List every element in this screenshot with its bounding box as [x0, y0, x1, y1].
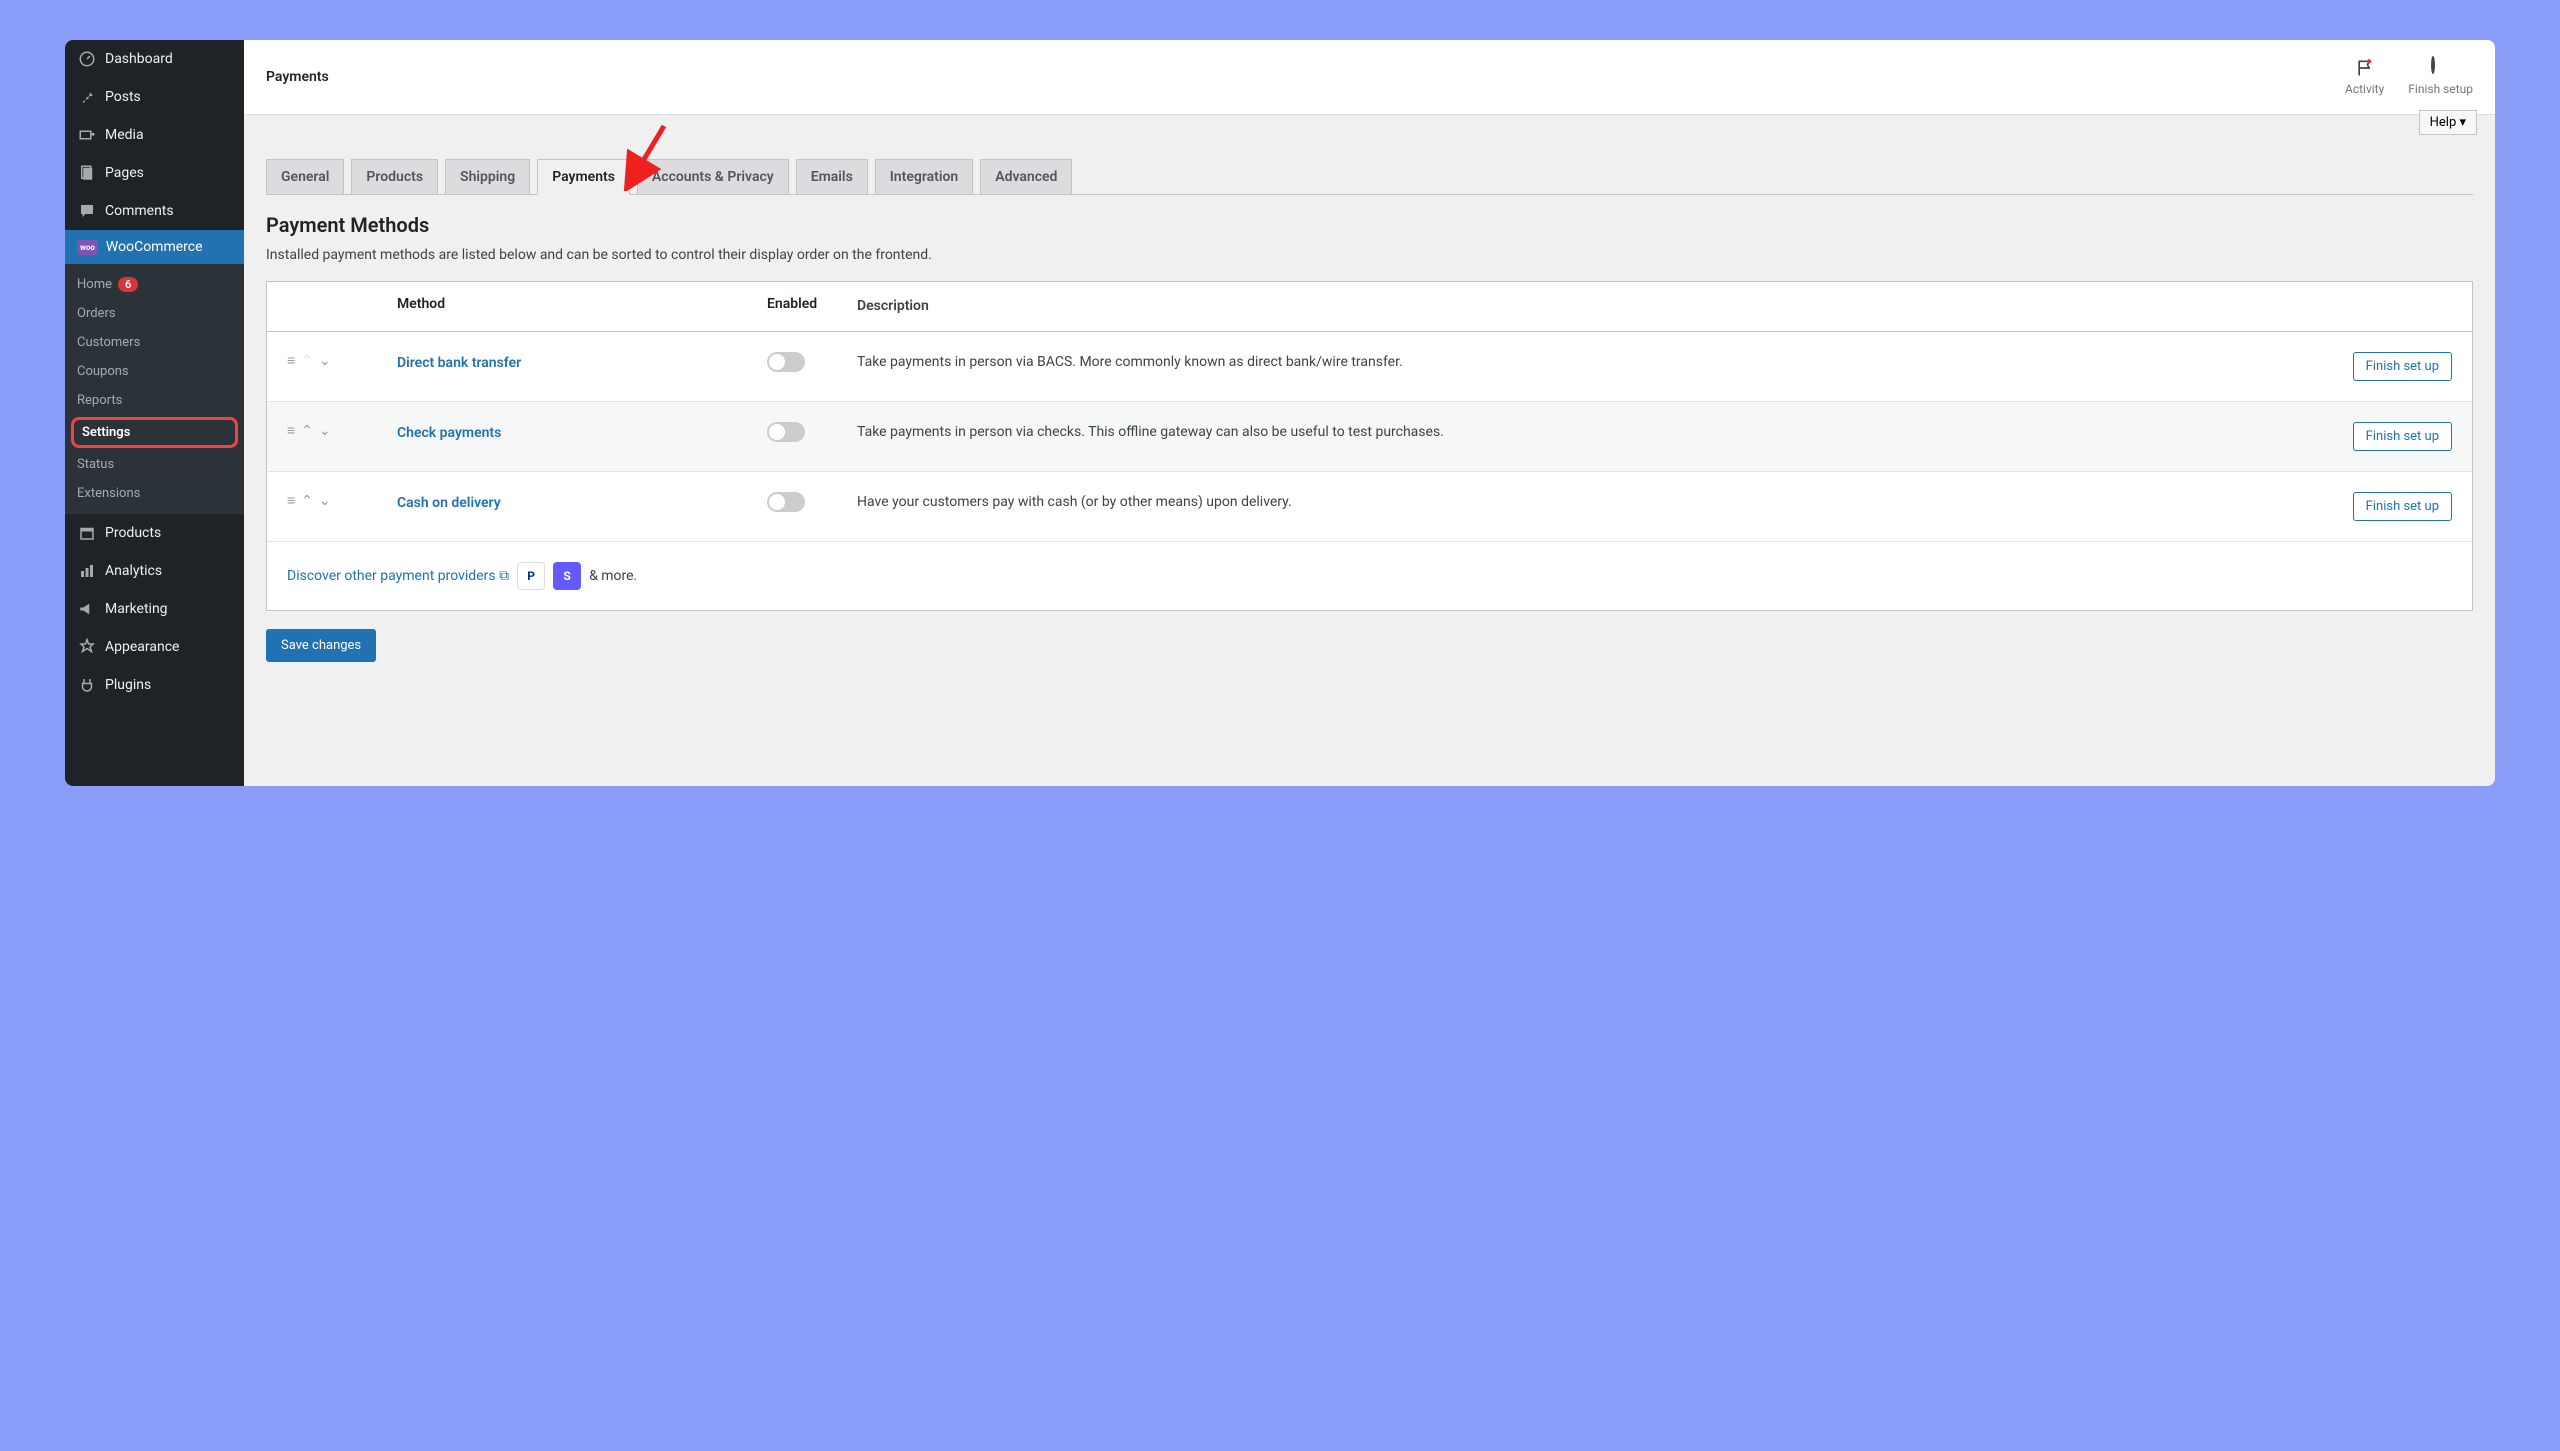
tab-general[interactable]: General — [266, 159, 344, 195]
finish-setup-button[interactable]: Finish setup — [2408, 58, 2473, 96]
sidebar-item-analytics[interactable]: Analytics — [65, 552, 244, 590]
method-description: Take payments in person via BACS. More c… — [857, 352, 2322, 373]
finish-setup-button[interactable]: Finish set up — [2353, 422, 2452, 451]
discover-providers-link[interactable]: Discover other payment providers ⧉ — [287, 568, 509, 584]
admin-sidebar: Dashboard Posts Media Pages Comments woo… — [65, 40, 244, 786]
submenu-item-orders[interactable]: Orders — [65, 299, 244, 328]
more-text: & more. — [589, 568, 637, 584]
stripe-icon: S — [553, 562, 581, 590]
submenu-item-status[interactable]: Status — [65, 450, 244, 479]
submenu-item-coupons[interactable]: Coupons — [65, 357, 244, 386]
media-icon — [77, 125, 97, 145]
paypal-icon: P — [517, 562, 545, 590]
finish-setup-button[interactable]: Finish set up — [2353, 352, 2452, 381]
products-icon — [77, 523, 97, 543]
sidebar-item-woocommerce[interactable]: woo WooCommerce — [65, 230, 244, 264]
move-up-icon[interactable]: ⌃ — [301, 493, 313, 509]
table-header-description: Description — [857, 296, 2322, 317]
table-header-enabled: Enabled — [767, 296, 857, 317]
sidebar-item-plugins[interactable]: Plugins — [65, 666, 244, 704]
circle-icon — [2431, 58, 2451, 78]
woo-icon: woo — [77, 240, 98, 255]
submenu-item-reports[interactable]: Reports — [65, 386, 244, 415]
sidebar-item-media[interactable]: Media — [65, 116, 244, 154]
marketing-icon — [77, 599, 97, 619]
section-title: Payment Methods — [266, 213, 2473, 237]
table-header-method: Method — [397, 296, 767, 317]
payment-methods-table: Method Enabled Description ≡ ⌃ ⌄ Direct … — [266, 281, 2473, 611]
drag-handle-icon[interactable]: ≡ — [287, 422, 295, 439]
move-down-icon[interactable]: ⌄ — [319, 493, 331, 509]
tab-shipping[interactable]: Shipping — [445, 159, 530, 195]
dashboard-icon — [77, 49, 97, 69]
sidebar-label: Pages — [105, 165, 144, 181]
sidebar-label: Marketing — [105, 601, 168, 617]
section-description: Installed payment methods are listed bel… — [266, 247, 2473, 263]
sidebar-label: WooCommerce — [106, 239, 203, 255]
analytics-icon — [77, 561, 97, 581]
sidebar-item-products[interactable]: Products — [65, 514, 244, 552]
method-link[interactable]: Direct bank transfer — [397, 355, 521, 371]
submenu-item-extensions[interactable]: Extensions — [65, 479, 244, 508]
sidebar-item-posts[interactable]: Posts — [65, 78, 244, 116]
tab-integration[interactable]: Integration — [875, 159, 973, 195]
sidebar-item-dashboard[interactable]: Dashboard — [65, 40, 244, 78]
sidebar-label: Analytics — [105, 563, 162, 579]
home-badge: 6 — [118, 277, 138, 292]
sidebar-item-appearance[interactable]: Appearance — [65, 628, 244, 666]
move-up-icon[interactable]: ⌃ — [301, 353, 313, 369]
sidebar-label: Appearance — [105, 639, 179, 655]
external-link-icon: ⧉ — [499, 568, 509, 584]
plugins-icon — [77, 675, 97, 695]
method-link[interactable]: Cash on delivery — [397, 495, 501, 511]
sidebar-label: Comments — [105, 203, 174, 219]
comments-icon — [77, 201, 97, 221]
sidebar-item-pages[interactable]: Pages — [65, 154, 244, 192]
activity-button[interactable]: Activity — [2345, 58, 2384, 96]
submenu-item-customers[interactable]: Customers — [65, 328, 244, 357]
appearance-icon — [77, 637, 97, 657]
sidebar-label: Plugins — [105, 677, 151, 693]
finish-setup-button[interactable]: Finish set up — [2353, 492, 2452, 521]
sidebar-label: Products — [105, 525, 161, 541]
settings-tabs: General Products Shipping Payments Accou… — [266, 159, 2473, 195]
move-down-icon[interactable]: ⌄ — [319, 353, 331, 369]
tab-payments[interactable]: Payments — [537, 159, 630, 195]
enabled-toggle[interactable] — [767, 422, 805, 442]
submenu-item-settings[interactable]: Settings — [71, 417, 238, 448]
table-row: ≡ ⌃ ⌄ Cash on delivery Have your custome… — [267, 472, 2472, 542]
main-content: Payments Activity Finish setup Help ▾ Ge… — [244, 40, 2495, 786]
tab-accounts-privacy[interactable]: Accounts & Privacy — [637, 159, 789, 195]
enabled-toggle[interactable] — [767, 352, 805, 372]
page-title: Payments — [266, 69, 329, 85]
drag-handle-icon[interactable]: ≡ — [287, 352, 295, 369]
move-down-icon[interactable]: ⌄ — [319, 423, 331, 439]
sidebar-label: Media — [105, 127, 144, 143]
pin-icon — [77, 87, 97, 107]
method-link[interactable]: Check payments — [397, 425, 501, 441]
table-row: ≡ ⌃ ⌄ Direct bank transfer Take payments… — [267, 332, 2472, 402]
pages-icon — [77, 163, 97, 183]
sidebar-label: Posts — [105, 89, 141, 105]
move-up-icon[interactable]: ⌃ — [301, 423, 313, 439]
drag-handle-icon[interactable]: ≡ — [287, 492, 295, 509]
flag-icon — [2355, 58, 2375, 78]
sidebar-label: Dashboard — [105, 51, 173, 67]
tab-emails[interactable]: Emails — [796, 159, 868, 195]
sidebar-item-marketing[interactable]: Marketing — [65, 590, 244, 628]
top-bar: Payments Activity Finish setup — [244, 40, 2495, 115]
table-row: ≡ ⌃ ⌄ Check payments Take payments in pe… — [267, 402, 2472, 472]
submenu-item-home[interactable]: Home 6 — [65, 270, 244, 299]
enabled-toggle[interactable] — [767, 492, 805, 512]
method-description: Take payments in person via checks. This… — [857, 422, 2322, 443]
table-footer: Discover other payment providers ⧉ P S &… — [267, 542, 2472, 610]
tab-advanced[interactable]: Advanced — [980, 159, 1072, 195]
sidebar-item-comments[interactable]: Comments — [65, 192, 244, 230]
tab-products[interactable]: Products — [351, 159, 438, 195]
woocommerce-submenu: Home 6 Orders Customers Coupons Reports … — [65, 264, 244, 514]
method-description: Have your customers pay with cash (or by… — [857, 492, 2322, 513]
save-changes-button[interactable]: Save changes — [266, 629, 376, 662]
